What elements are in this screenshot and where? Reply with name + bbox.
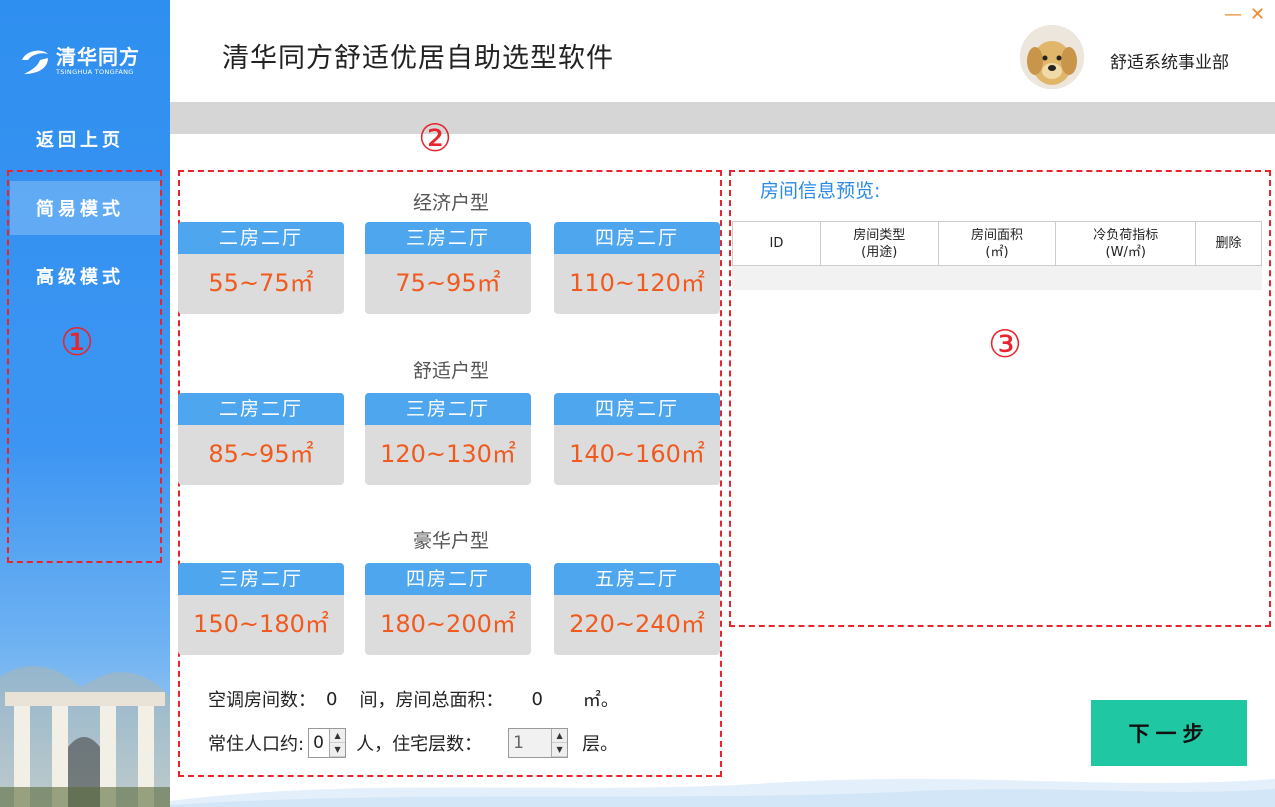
spin-up-icon[interactable]: ▲ — [552, 729, 568, 743]
toolbar-strip — [170, 102, 1275, 134]
spin-up-icon[interactable]: ▲ — [330, 729, 346, 743]
room-count-label: 空调房间数： — [208, 690, 316, 711]
floors-unit-label: 层。 — [582, 734, 619, 755]
house-card-economy-1[interactable]: 二房二厅 55~75㎡ — [178, 222, 344, 314]
house-card-area: 55~75㎡ — [208, 269, 314, 297]
table-header-row: ID 房间类型 (用途) 房间面积 (㎡) 冷负荷指标 (W/㎡) 删除 — [732, 221, 1262, 266]
preview-title: 房间信息预览: — [760, 180, 881, 202]
app-title: 清华同方舒适优居自助选型软件 — [222, 43, 614, 74]
column-header-line1: 房间类型 — [853, 227, 906, 243]
next-step-button[interactable]: 下一步 — [1091, 700, 1247, 766]
total-area-value: 0 — [531, 688, 543, 710]
column-header-room-area: 房间面积 (㎡) — [937, 221, 1057, 266]
spin-down-icon[interactable]: ▼ — [330, 743, 346, 757]
house-card-area: 140~160㎡ — [569, 440, 705, 468]
column-header-cooling-load: 冷负荷指标 (W/㎡) — [1055, 221, 1197, 266]
callout-box-1 — [7, 170, 162, 563]
house-card-name: 五房二厅 — [554, 563, 720, 595]
room-count-value: 0 — [326, 688, 338, 710]
house-card-area: 180~200㎡ — [380, 610, 516, 638]
tongfang-logo: 清华同方 TSINGHUA TONGFANG — [18, 44, 140, 78]
table-empty-band — [732, 266, 1262, 290]
house-card-luxury-3[interactable]: 五房二厅 220~240㎡ — [554, 563, 720, 655]
close-button[interactable]: ✕ — [1250, 4, 1265, 25]
floors-value[interactable]: 1 — [509, 733, 551, 753]
house-card-name: 二房二厅 — [178, 393, 344, 425]
house-card-luxury-2[interactable]: 四房二厅 180~200㎡ — [365, 563, 531, 655]
house-card-area: 120~130㎡ — [380, 440, 516, 468]
section-title-economy: 经济户型 — [412, 192, 489, 214]
house-card-area: 85~95㎡ — [208, 440, 314, 468]
house-card-name: 四房二厅 — [365, 563, 531, 595]
house-card-name: 三房二厅 — [178, 563, 344, 595]
callout-number-1: ① — [60, 320, 95, 364]
house-card-name: 三房二厅 — [365, 393, 531, 425]
callout-number-2: ② — [418, 116, 453, 160]
user-avatar[interactable] — [1020, 25, 1084, 89]
house-card-name: 四房二厅 — [554, 222, 720, 254]
column-header-id: ID — [732, 221, 821, 266]
house-card-luxury-1[interactable]: 三房二厅 150~180㎡ — [178, 563, 344, 655]
room-preview-table: ID 房间类型 (用途) 房间面积 (㎡) 冷负荷指标 (W/㎡) 删除 — [732, 221, 1262, 266]
area-unit-label: ㎡。 — [582, 690, 619, 711]
house-card-comfort-3[interactable]: 四房二厅 140~160㎡ — [554, 393, 720, 485]
column-header-line2: (㎡) — [985, 244, 1009, 260]
callout-number-3: ③ — [988, 322, 1023, 366]
house-card-area: 75~95㎡ — [395, 269, 501, 297]
house-card-comfort-2[interactable]: 三房二厅 120~130㎡ — [365, 393, 531, 485]
resident-floor-row: 常住人口约: 0 ▲ ▼ 人，住宅层数： 1 ▲ ▼ 层。 — [208, 728, 618, 758]
section-title-comfort: 舒适户型 — [412, 360, 489, 382]
column-header-line2: (用途) — [861, 244, 898, 260]
room-summary-row: 空调房间数： 0 间，房间总面积： 0 ㎡。 — [208, 686, 619, 712]
sidebar-item-label: 返回上页 — [36, 130, 124, 151]
spin-down-icon[interactable]: ▼ — [552, 743, 568, 757]
column-header-line1: ID — [769, 236, 784, 251]
house-card-name: 二房二厅 — [178, 222, 344, 254]
house-card-name: 三房二厅 — [365, 222, 531, 254]
column-header-line2: (W/㎡) — [1105, 244, 1146, 260]
app-header: 清华同方舒适优居自助选型软件 舒适系统事业部 — ✕ — [170, 0, 1275, 102]
residents-stepper[interactable]: 0 ▲ ▼ — [308, 728, 347, 758]
house-card-area: 220~240㎡ — [569, 610, 705, 638]
column-header-line1: 房间面积 — [970, 227, 1023, 243]
dog-avatar-icon — [1020, 25, 1084, 89]
house-card-area: 150~180㎡ — [193, 610, 329, 638]
tongfang-logo-icon — [18, 44, 52, 78]
logo-chinese: 清华同方 — [56, 45, 140, 69]
column-header-room-type: 房间类型 (用途) — [819, 221, 939, 266]
house-card-economy-3[interactable]: 四房二厅 110~120㎡ — [554, 222, 720, 314]
house-card-name: 四房二厅 — [554, 393, 720, 425]
residents-label: 常住人口约: — [208, 734, 305, 755]
floors-stepper[interactable]: 1 ▲ ▼ — [508, 728, 569, 758]
house-card-economy-2[interactable]: 三房二厅 75~95㎡ — [365, 222, 531, 314]
minimize-button[interactable]: — — [1224, 4, 1242, 25]
department-name: 舒适系统事业部 — [1110, 53, 1229, 73]
column-header-line1: 删除 — [1215, 236, 1242, 251]
room-unit-label: 间，房间总面积： — [359, 690, 504, 711]
house-card-area: 110~120㎡ — [569, 269, 705, 297]
column-header-line1: 冷负荷指标 — [1093, 227, 1159, 243]
column-header-delete: 删除 — [1195, 221, 1262, 266]
residents-value[interactable]: 0 — [309, 733, 329, 753]
bottom-wave-decoration — [170, 779, 1275, 807]
residents-unit-label: 人，住宅层数： — [356, 734, 483, 755]
section-title-luxury: 豪华户型 — [412, 530, 489, 552]
sidebar-item-back[interactable]: 返回上页 — [0, 112, 170, 166]
logo-english: TSINGHUA TONGFANG — [56, 68, 134, 76]
campus-gate-image — [0, 666, 170, 807]
house-card-comfort-1[interactable]: 二房二厅 85~95㎡ — [178, 393, 344, 485]
